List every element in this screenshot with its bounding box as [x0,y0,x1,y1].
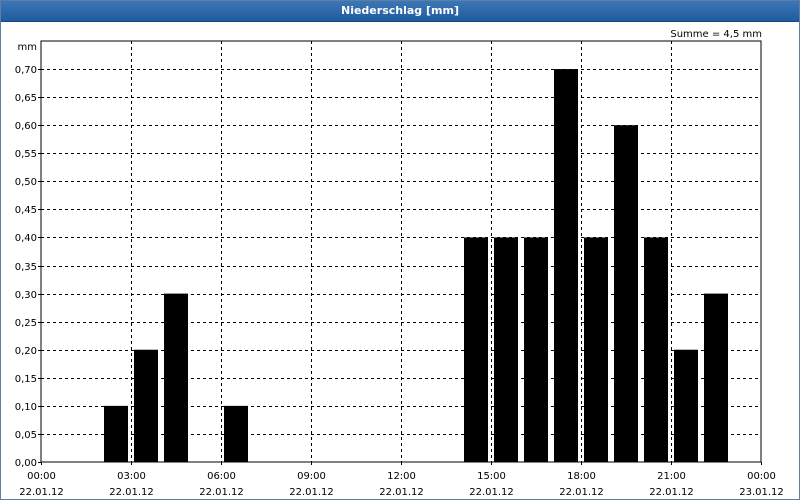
y-tick-label: 0,40 [15,233,37,244]
precipitation-bar [674,349,698,462]
x-tick-time-label: 00:00 [747,471,776,482]
x-tick-date-label: 22.01.12 [19,487,64,498]
x-axis-ticks: 00:00 22.01.12 03:00 22.01.12 06:00 22.01.12 0… [19,462,784,498]
y-axis-ticks: 0,00 0,05 0,10 0,15 0,20 0,25 0,30 0,35 0,40 0,45… [15,65,41,469]
precipitation-bar [644,237,668,462]
x-tick-time-label: 12:00 [387,471,416,482]
precipitation-bar [524,237,548,462]
x-tick-date-label: 22.01.12 [379,487,424,498]
x-tick-date-label: 23.01.12 [739,487,784,498]
y-tick-label: 0,35 [15,262,37,273]
y-tick-label: 0,25 [15,318,37,329]
y-tick-label: 0,15 [15,374,37,385]
precipitation-bar [224,405,248,462]
x-tick-time-label: 06:00 [207,471,236,482]
precipitation-bar [134,349,158,462]
y-tick-label: 0,60 [15,121,37,132]
x-tick-time-label: 03:00 [117,471,146,482]
y-tick-label: 0,30 [15,290,37,301]
y-tick-label: 0,05 [15,430,37,441]
x-tick-date-label: 22.01.12 [109,487,154,498]
y-unit-label: mm [18,42,37,53]
x-tick-time-label: 00:00 [27,471,56,482]
bar-series [104,69,728,463]
precipitation-bar [584,237,608,462]
precipitation-bar [554,69,578,463]
y-tick-label: 0,00 [15,458,37,469]
precipitation-bar [704,293,728,462]
y-tick-label: 0,10 [15,402,37,413]
sum-annotation: Summe = 4,5 mm [670,29,762,40]
x-tick-date-label: 22.01.12 [559,487,604,498]
x-tick-time-label: 18:00 [567,471,596,482]
y-tick-label: 0,45 [15,205,37,216]
x-tick-time-label: 21:00 [657,471,686,482]
x-tick-time-label: 15:00 [477,471,506,482]
chart-window: Niederschlag [mm] 0,00 0,05 0,10 0,15 0,20 0,… [0,0,800,500]
precipitation-bar [164,293,188,462]
x-tick-date-label: 22.01.12 [289,487,334,498]
precipitation-chart: 0,00 0,05 0,10 0,15 0,20 0,25 0,30 0,35 0,40 0,45… [15,29,784,498]
y-tick-label: 0,50 [15,177,37,188]
y-tick-label: 0,55 [15,149,37,160]
y-tick-label: 0,20 [15,346,37,357]
precipitation-bar [494,237,518,462]
y-tick-label: 0,65 [15,93,37,104]
precipitation-bar [614,125,638,462]
precipitation-bar [464,237,488,462]
precipitation-bar [104,405,128,462]
x-tick-date-label: 22.01.12 [199,487,244,498]
x-tick-time-label: 09:00 [297,471,326,482]
x-tick-date-label: 22.01.12 [469,487,514,498]
x-tick-date-label: 22.01.12 [649,487,694,498]
y-tick-label: 0,70 [15,65,37,76]
